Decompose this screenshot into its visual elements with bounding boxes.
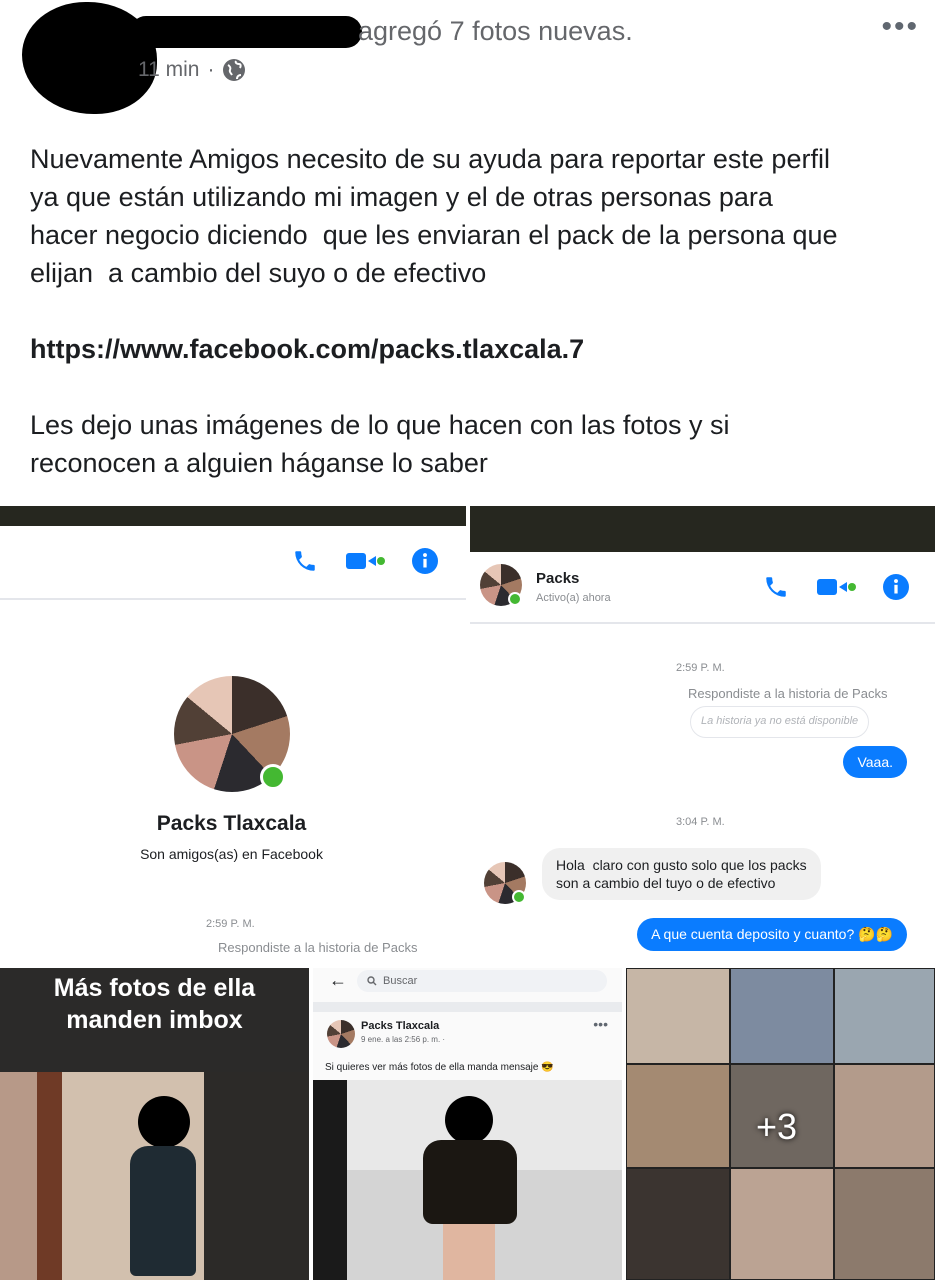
back-arrow-icon[interactable]: ← [329, 970, 347, 991]
photo-facebook-post[interactable]: ← Buscar Packs Tlaxcala 9 ene. a las 2:5… [313, 968, 622, 1280]
figure [130, 1146, 196, 1276]
meta-separator: · [207, 58, 215, 81]
chat-timestamp-2: 3:04 P. M. [676, 816, 725, 828]
friends-status: Son amigos(as) en Facebook [140, 846, 323, 862]
post-text: Si quieres ver más fotos de ella manda m… [325, 1062, 554, 1073]
divider [313, 1002, 622, 1012]
post-body: Nuevamente Amigos necesito de su ayuda p… [30, 140, 920, 482]
collage-photo [730, 968, 834, 1064]
contact-name[interactable]: Packs [536, 570, 579, 587]
post-meta: 11 min · [138, 58, 246, 82]
figure-legs [443, 1224, 495, 1280]
figure-top [423, 1140, 517, 1224]
page-name[interactable]: Packs Tlaxcala [361, 1020, 439, 1032]
post-closing-text: Les dejo unas imágenes de lo que hacen c… [30, 410, 730, 478]
post-headline: agregó 7 fotos nuevas. [358, 16, 633, 46]
post-text: Nuevamente Amigos necesito de su ayuda p… [30, 144, 838, 288]
video-camera-icon[interactable] [815, 575, 857, 599]
message-out-2[interactable]: A que cuenta deposito y cuanto? 🤔🤔 [637, 918, 907, 951]
online-indicator [260, 764, 286, 790]
contact-status: Activo(a) ahora [536, 592, 611, 604]
face-redaction [445, 1096, 493, 1144]
message-in[interactable]: Hola claro con gusto solo que los packs … [542, 848, 821, 900]
profile-name: Packs Tlaxcala [156, 812, 307, 835]
collage-photo [626, 1064, 730, 1168]
photo-woman [0, 1072, 309, 1280]
caption-text: Más fotos de ella manden imbox [53, 974, 256, 1034]
more-photos-count[interactable]: +3 [756, 1106, 797, 1148]
post-time[interactable]: 11 min [138, 58, 199, 82]
collage-photo [626, 968, 730, 1064]
photo-woman-car [313, 1080, 622, 1280]
face-redaction [138, 1096, 190, 1148]
photo-collage[interactable]: +3 [626, 968, 935, 1280]
story-unavailable: La historia ya no está disponible [690, 706, 870, 738]
story-reply-note: Respondiste a la historia de Packs [218, 940, 418, 955]
info-icon[interactable] [412, 548, 438, 574]
photo-messenger-chat[interactable]: Packs Activo(a) ahora 2:59 P. M. Respond… [470, 506, 935, 964]
phone-icon[interactable] [292, 548, 318, 574]
online-indicator [508, 592, 522, 606]
collage-photo [834, 1064, 935, 1168]
search-icon [367, 976, 377, 986]
image-caption: Más fotos de ella manden imbox [0, 968, 309, 1072]
profile-link[interactable]: https://www.facebook.com/packs.tlaxcala.… [30, 330, 920, 368]
post-header: agregó 7 fotos nuevas. ••• 11 min · [0, 0, 935, 125]
search-input[interactable]: Buscar [357, 970, 607, 992]
chat-header: Packs Activo(a) ahora [470, 552, 935, 624]
globe-icon [222, 58, 246, 82]
phone-icon[interactable] [763, 574, 789, 600]
page-avatar[interactable] [327, 1020, 355, 1048]
collage-photo [626, 1168, 730, 1280]
search-placeholder: Buscar [383, 975, 418, 987]
more-dots-icon[interactable]: ••• [593, 1016, 608, 1032]
author-name-redacted[interactable] [130, 16, 362, 48]
photo-caption-image[interactable]: Más fotos de ella manden imbox [0, 968, 309, 1280]
status-strip [470, 506, 935, 552]
collage-photo [834, 1168, 935, 1280]
video-camera-icon[interactable] [344, 549, 386, 573]
collage-photo [834, 968, 935, 1064]
more-dots-icon[interactable]: ••• [881, 10, 919, 44]
info-icon[interactable] [883, 574, 909, 600]
online-indicator [512, 890, 526, 904]
chat-header [0, 526, 466, 600]
chat-timestamp: 2:59 P. M. [676, 662, 725, 674]
post-meta: 9 ene. a las 2:56 p. m. · [361, 1035, 446, 1044]
message-out[interactable]: Vaaa. [843, 746, 907, 778]
car-edge [313, 1080, 347, 1280]
status-strip [0, 506, 466, 526]
story-reply-note: Respondiste a la historia de Packs [688, 686, 888, 701]
photo-messenger-profile[interactable]: Packs Tlaxcala Son amigos(as) en Faceboo… [0, 506, 466, 964]
collage-photo [730, 1168, 834, 1280]
chat-timestamp: 2:59 P. M. [206, 918, 255, 930]
